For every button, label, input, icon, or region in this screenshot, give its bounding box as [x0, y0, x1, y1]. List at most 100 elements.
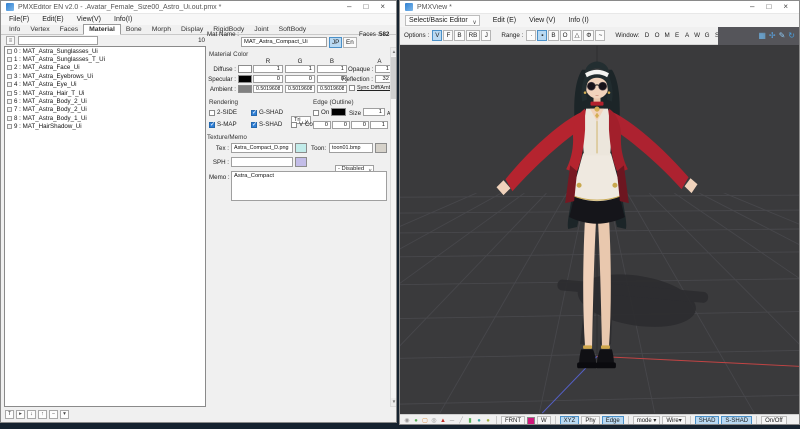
bar-display-icon[interactable]: ▮ [466, 416, 474, 426]
options-rb-button[interactable]: RB [466, 30, 481, 41]
tex-field[interactable] [231, 143, 293, 153]
rotate-icon[interactable]: ↻ [788, 31, 795, 41]
material-visibility-checkbox[interactable] [7, 74, 12, 79]
tab-info[interactable]: Info [4, 25, 25, 34]
range-button-5[interactable]: Φ [583, 30, 594, 41]
pmxeditor-titlebar[interactable]: PMXEditor EN v2.0 - .Avatar_Female_Size0… [1, 1, 396, 14]
minimize-icon[interactable]: – [750, 2, 754, 12]
maximize-icon[interactable]: □ [766, 2, 771, 12]
memo-textarea[interactable]: Astra_Compact [231, 171, 387, 201]
material-list-item[interactable]: 6 : MAT_Astra_Body_2_Ui [5, 97, 205, 105]
range-button-1[interactable]: ▪ [537, 30, 547, 41]
material-list-item[interactable]: 1 : MAT_Astra_Sunglasses_T_Ui [5, 55, 205, 63]
s-map-checkbox[interactable] [209, 122, 215, 128]
s-shad-checkbox[interactable] [251, 122, 257, 128]
tex-preview-swatch[interactable] [295, 143, 307, 153]
line-display-icon[interactable]: ─ [448, 416, 456, 426]
list-button-1[interactable]: ▸ [16, 410, 25, 419]
options-b-button[interactable]: B [454, 30, 464, 41]
menu-edite[interactable]: Edit(E) [42, 16, 63, 23]
phy-toggle[interactable]: Phy [581, 416, 599, 426]
viewport-canvas[interactable] [400, 45, 799, 414]
options-v-button[interactable]: V [432, 30, 442, 41]
axis-display-icon[interactable]: ▲ [439, 416, 447, 426]
window-d-button[interactable]: D [643, 30, 652, 41]
list-button-4[interactable]: − [49, 410, 58, 419]
specular-r-field[interactable] [253, 75, 283, 83]
diffuse-b-field[interactable] [317, 65, 347, 73]
panel-scrollbar[interactable]: ▲ ▼ [390, 47, 397, 407]
material-list[interactable]: 0 : MAT_Astra_Sunglasses_Ui1 : MAT_Astra… [4, 46, 206, 407]
material-visibility-checkbox[interactable] [7, 91, 12, 96]
on-off-button[interactable]: On/Off [761, 416, 787, 426]
window-m-button[interactable]: M [663, 30, 672, 41]
window-w-button[interactable]: W [693, 30, 702, 41]
bone-display-icon[interactable]: ● [412, 416, 420, 426]
specular-g-field[interactable] [285, 75, 315, 83]
material-visibility-checkbox[interactable] [7, 116, 12, 121]
ambient-g-field[interactable] [285, 85, 315, 93]
material-visibility-checkbox[interactable] [7, 124, 12, 129]
material-list-item[interactable]: 4 : MAT_Astra_Eye_Ui [5, 81, 205, 89]
ambient-r-field[interactable] [253, 85, 283, 93]
sph-preview-swatch[interactable] [295, 157, 307, 167]
pmxview-titlebar[interactable]: PMXView * – □ × [400, 1, 799, 14]
window-a-button[interactable]: A [683, 30, 692, 41]
vertex-display-icon[interactable]: ◉ [403, 416, 411, 426]
dot-teal-icon[interactable]: ● [475, 416, 483, 426]
viewport-3d[interactable] [400, 45, 799, 414]
w-button[interactable]: W [537, 416, 551, 426]
edge-size-field[interactable] [363, 108, 385, 116]
filter-icon[interactable]: ≡ [6, 36, 15, 45]
range-button-6[interactable]: ~ [595, 30, 605, 41]
two-side-checkbox[interactable] [209, 110, 215, 116]
tab-display[interactable]: Display [176, 25, 208, 34]
diffuse-g-field[interactable] [285, 65, 315, 73]
move-icon[interactable]: ✢ [769, 31, 776, 41]
range-button-3[interactable]: O [560, 30, 571, 41]
joint-display-icon[interactable]: ◎ [430, 416, 438, 426]
tab-bone[interactable]: Bone [121, 25, 147, 34]
material-list-item[interactable]: 7 : MAT_Astra_Body_2_Ui [5, 106, 205, 114]
list-button-3[interactable]: ↑ [38, 410, 47, 419]
material-list-item[interactable]: 0 : MAT_Astra_Sunglasses_Ui [5, 47, 205, 55]
shad-toggle[interactable]: SHAD [695, 416, 720, 426]
tab-faces[interactable]: Faces [55, 25, 84, 34]
mat-name-input[interactable] [241, 37, 327, 47]
s-shad-toggle[interactable]: S-SHAD [721, 416, 752, 426]
list-button-5[interactable]: ▾ [60, 410, 69, 419]
material-visibility-checkbox[interactable] [7, 57, 12, 62]
diffuse-swatch[interactable] [238, 65, 252, 73]
edge-b-field[interactable] [351, 121, 369, 129]
material-list-item[interactable]: 9 : MAT_HairShadow_Ui [5, 123, 205, 131]
material-visibility-checkbox[interactable] [7, 107, 12, 112]
material-list-item[interactable]: 3 : MAT_Astra_Eyebrows_Ui [5, 72, 205, 80]
g-shad-checkbox[interactable] [251, 110, 257, 116]
edge-g-field[interactable] [332, 121, 350, 129]
close-icon[interactable]: × [783, 2, 788, 12]
tab-morph[interactable]: Morph [147, 25, 176, 34]
xyz-toggle[interactable]: XYZ [560, 416, 580, 426]
menu-viewv[interactable]: View(V) [77, 16, 101, 23]
list-button-2[interactable]: ↓ [27, 410, 36, 419]
select-mode-dropdown[interactable]: Select/Basic Editor [405, 15, 480, 26]
edge-on-checkbox[interactable] [313, 110, 319, 116]
close-icon[interactable]: × [380, 2, 385, 12]
diffuse-r-field[interactable] [253, 65, 283, 73]
window-o-button[interactable]: O [653, 30, 662, 41]
specular-swatch[interactable] [238, 75, 252, 83]
material-visibility-checkbox[interactable] [7, 49, 12, 54]
highlight-color-swatch[interactable] [527, 417, 535, 425]
edge-alpha-field[interactable] [370, 121, 388, 129]
dot-olive-icon[interactable]: ● [484, 416, 492, 426]
menu-edit[interactable]: Edit (E) [493, 17, 516, 24]
rigid-display-icon[interactable]: ▢ [421, 416, 429, 426]
name-jp-button[interactable]: JP [329, 37, 342, 48]
ambient-b-field[interactable] [317, 85, 347, 93]
material-visibility-checkbox[interactable] [7, 99, 12, 104]
menu-info[interactable]: Info (I) [568, 17, 588, 24]
range-button-2[interactable]: B [548, 30, 558, 41]
toon-button[interactable] [375, 143, 387, 153]
scroll-up-icon[interactable]: ▲ [391, 48, 397, 56]
grid-view-icon[interactable]: ▦ [758, 31, 766, 41]
